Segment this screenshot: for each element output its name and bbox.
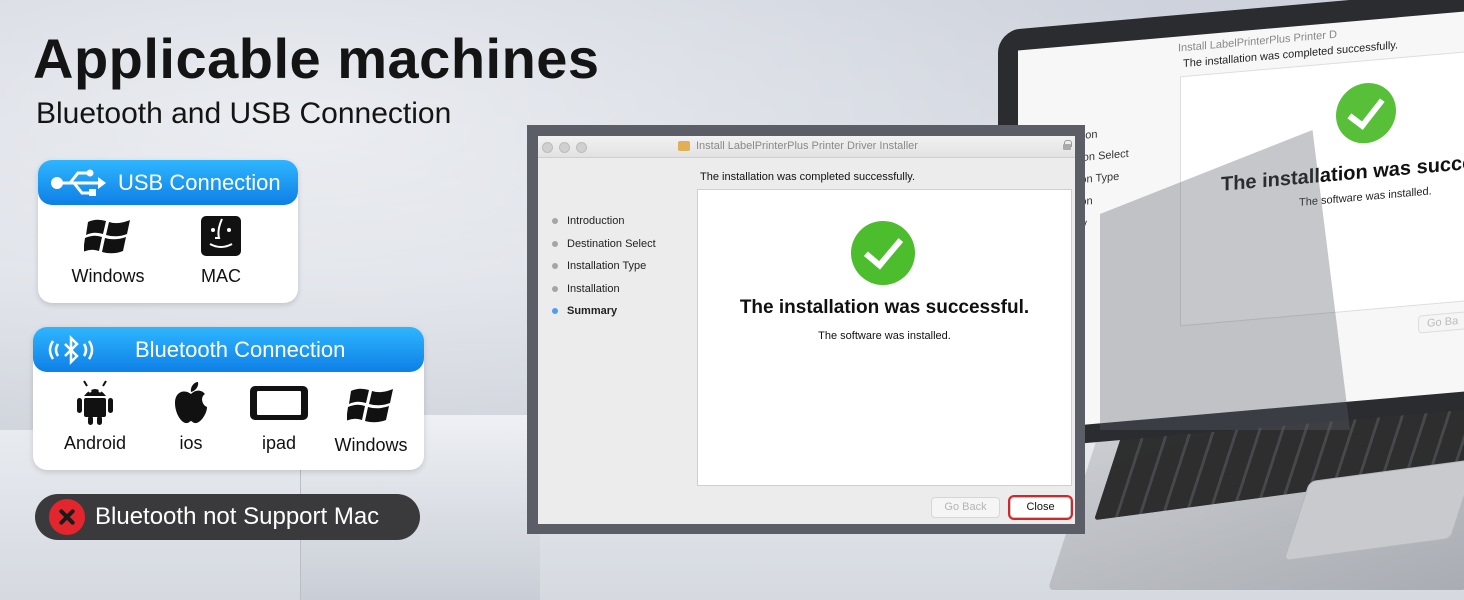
device-label: MAC	[201, 266, 241, 286]
bluetooth-connection-card: Bluetooth Connection Android ios ipad Wi…	[33, 327, 424, 470]
device-label: Android	[63, 433, 127, 453]
laptop-go-back-button: Go Ba	[1418, 311, 1464, 334]
android-icon	[55, 379, 135, 427]
device-android: Android	[55, 379, 135, 454]
finder-icon	[181, 212, 261, 260]
device-mac: MAC	[181, 212, 261, 287]
page-subtitle: Bluetooth and USB Connection	[36, 97, 452, 130]
success-title: The installation was successful.	[739, 297, 1030, 318]
page-title: Applicable machines	[33, 27, 600, 90]
success-check-icon	[1336, 80, 1396, 146]
device-ipad: ipad	[239, 379, 319, 454]
device-label: Windows	[334, 435, 408, 455]
step-label: Introduction	[567, 215, 625, 228]
tablet-icon	[239, 379, 319, 427]
step-installation: Installation	[552, 278, 656, 301]
status-message: The installation was completed successfu…	[700, 171, 916, 183]
usb-connection-card: USB Connection Windows MAC	[38, 160, 298, 303]
step-dot-icon	[552, 240, 558, 247]
device-windows: Windows	[68, 212, 148, 287]
step-dot-icon	[552, 263, 558, 270]
usb-icon	[50, 168, 106, 198]
bluetooth-mac-warning: Bluetooth not Support Mac	[35, 494, 420, 540]
step-label: Summary	[567, 305, 618, 318]
window-title-text: Install LabelPrinterPlus Printer Driver …	[696, 140, 918, 152]
window-title: Install LabelPrinterPlus Printer Driver …	[678, 140, 918, 152]
warning-text: Bluetooth not Support Mac	[95, 503, 380, 530]
step-installation-type: Installation Type	[552, 255, 656, 278]
success-subtitle: The software was installed.	[818, 330, 951, 342]
package-icon	[678, 141, 690, 151]
device-label: ios	[179, 433, 203, 453]
bluetooth-card-title: Bluetooth Connection	[135, 336, 346, 362]
result-pane: The installation was successful. The sof…	[697, 189, 1072, 486]
step-dot-icon	[552, 308, 558, 315]
close-window-icon[interactable]	[542, 142, 553, 153]
usb-card-header: USB Connection	[38, 160, 298, 205]
step-label: Installation Type	[567, 260, 647, 273]
step-label: Destination Select	[567, 237, 656, 250]
windows-icon	[68, 212, 148, 260]
bluetooth-icon	[45, 334, 97, 365]
device-ios: ios	[151, 379, 231, 454]
close-button[interactable]: Close	[1010, 497, 1071, 518]
lock-icon	[1063, 140, 1072, 150]
close-x-icon	[49, 499, 85, 535]
usb-card-title: USB Connection	[118, 169, 281, 195]
installer-steps: Introduction Destination Select Installa…	[552, 210, 656, 323]
success-check-icon	[851, 221, 915, 285]
step-dot-icon	[552, 218, 558, 225]
step-dot-icon	[552, 285, 558, 292]
step-destination-select: Destination Select	[552, 233, 656, 256]
device-label: Windows	[71, 266, 145, 286]
zoom-window-icon[interactable]	[576, 142, 587, 153]
step-label: Installation	[567, 282, 620, 295]
device-windows-bt: Windows	[331, 381, 411, 456]
go-back-button[interactable]: Go Back	[931, 497, 1000, 518]
step-summary: Summary	[552, 300, 656, 323]
window-titlebar: Install LabelPrinterPlus Printer Driver …	[538, 136, 1075, 158]
device-label: ipad	[261, 433, 297, 453]
bluetooth-card-header: Bluetooth Connection	[33, 327, 424, 372]
windows-icon	[331, 381, 411, 429]
apple-icon	[151, 379, 231, 427]
installer-window: Install LabelPrinterPlus Printer Driver …	[538, 136, 1075, 524]
step-introduction: Introduction	[552, 210, 656, 233]
minimize-window-icon[interactable]	[559, 142, 570, 153]
